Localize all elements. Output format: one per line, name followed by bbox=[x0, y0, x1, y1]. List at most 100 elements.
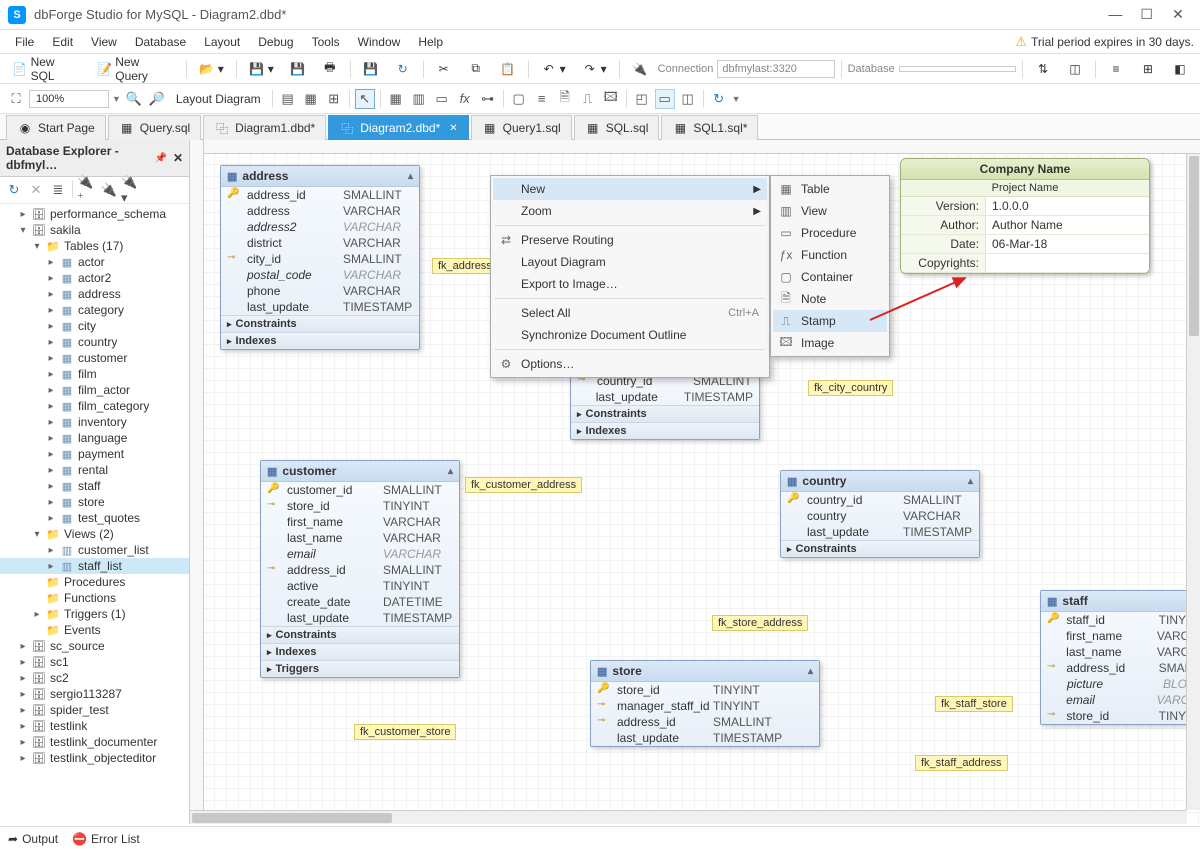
menu-tools[interactable]: Tools bbox=[303, 32, 349, 52]
tool-e-button[interactable]: ◧ bbox=[1166, 58, 1194, 80]
column-row[interactable]: countryVARCHAR bbox=[781, 508, 979, 524]
menu-item-new[interactable]: New▶ bbox=[493, 178, 767, 200]
entity-header[interactable]: ▦address▴ bbox=[221, 166, 419, 187]
column-row[interactable]: emailVARCH bbox=[1041, 692, 1200, 708]
copy-button[interactable]: ⧉ bbox=[462, 58, 490, 80]
column-row[interactable]: ⊸store_idTINYINT bbox=[261, 498, 459, 514]
expand-icon[interactable]: ▸ bbox=[46, 433, 56, 444]
cut-button[interactable]: ✂ bbox=[430, 58, 458, 80]
zoom-combo[interactable]: 100% bbox=[29, 90, 109, 108]
new-query-button[interactable]: 📝New Query bbox=[91, 52, 180, 86]
column-row[interactable]: last_updateTIMESTAMP bbox=[221, 299, 419, 315]
vertical-scrollbar[interactable] bbox=[1186, 154, 1200, 810]
tree-node-staff[interactable]: ▸▦staff bbox=[0, 478, 189, 494]
connection-combo[interactable]: dbfmylast:3320 bbox=[717, 60, 834, 78]
stamp-tool[interactable]: ⎍ bbox=[578, 89, 598, 109]
tree-node-actor2[interactable]: ▸▦actor2 bbox=[0, 270, 189, 286]
stamp-box[interactable]: Company NameProject NameVersion:1.0.0.0A… bbox=[900, 158, 1150, 274]
collapse-icon[interactable]: ▴ bbox=[808, 666, 813, 677]
menu-debug[interactable]: Debug bbox=[249, 32, 302, 52]
menu-view[interactable]: View bbox=[82, 32, 126, 52]
tree-node-sc2[interactable]: ▸🗄sc2 bbox=[0, 670, 189, 686]
tree-node-customer[interactable]: ▸▦customer bbox=[0, 350, 189, 366]
expand-icon[interactable]: ▸ bbox=[46, 369, 56, 380]
expand-icon[interactable]: ▾ bbox=[32, 241, 42, 252]
column-row[interactable]: 🔑customer_idSMALLINT bbox=[261, 482, 459, 498]
output-panel-button[interactable]: ➦Output bbox=[8, 832, 58, 846]
tree-node-spider-test[interactable]: ▸🗄spider_test bbox=[0, 702, 189, 718]
tree-node-views--2-[interactable]: ▾📁Views (2) bbox=[0, 526, 189, 542]
column-row[interactable]: last_updateTIMESTAMP bbox=[261, 610, 459, 626]
tool-c-button[interactable]: ≡ bbox=[1102, 58, 1130, 80]
fk-label[interactable]: fk_customer_address bbox=[465, 477, 582, 493]
refresh-db-button[interactable]: ↻ bbox=[389, 58, 417, 80]
pointer-tool[interactable]: ↖ bbox=[355, 89, 375, 109]
collapse-icon[interactable]: ▴ bbox=[448, 466, 453, 477]
sync-button[interactable]: ↻ bbox=[709, 89, 729, 109]
tree-node-sc-source[interactable]: ▸🗄sc_source bbox=[0, 638, 189, 654]
column-row[interactable]: postal_codeVARCHAR bbox=[221, 267, 419, 283]
tree-node-performance-schema[interactable]: ▸🗄performance_schema bbox=[0, 206, 189, 222]
expand-icon[interactable]: ▸ bbox=[46, 497, 56, 508]
expand-icon[interactable]: ▸ bbox=[46, 257, 56, 268]
fk-label[interactable]: fk_store_address bbox=[712, 615, 808, 631]
fk-label[interactable]: fk_address bbox=[432, 258, 498, 274]
tree-node-procedures[interactable]: 📁Procedures bbox=[0, 574, 189, 590]
tab-diagram2-dbd-[interactable]: ⿻Diagram2.dbd*✕ bbox=[328, 115, 468, 140]
column-row[interactable]: last_nameVARCHAR bbox=[261, 530, 459, 546]
expand-icon[interactable]: ▸ bbox=[32, 609, 42, 620]
tree-node-sergio113287[interactable]: ▸🗄sergio113287 bbox=[0, 686, 189, 702]
note-tool[interactable]: 🗎 bbox=[555, 89, 575, 109]
menu-item-select-all[interactable]: Select AllCtrl+A bbox=[493, 302, 767, 324]
menu-item-function[interactable]: ƒxFunction bbox=[773, 244, 887, 266]
entity-store[interactable]: ▦store▴🔑store_idTINYINT⊸manager_staff_id… bbox=[590, 660, 820, 747]
fk-label[interactable]: fk_customer_store bbox=[354, 724, 456, 740]
expand-icon[interactable]: ▸ bbox=[46, 465, 56, 476]
tree-node-address[interactable]: ▸▦address bbox=[0, 286, 189, 302]
expand-icon[interactable]: ▸ bbox=[18, 689, 28, 700]
tab-start-page[interactable]: ◉Start Page bbox=[6, 115, 106, 140]
expand-icon[interactable]: ▾ bbox=[32, 529, 42, 540]
tree-node-actor[interactable]: ▸▦actor bbox=[0, 254, 189, 270]
entity-address[interactable]: ▦address▴🔑address_idSMALLINTaddressVARCH… bbox=[220, 165, 420, 350]
disconnect-button[interactable]: 🔌 bbox=[99, 180, 119, 200]
expand-icon[interactable]: ▸ bbox=[18, 641, 28, 652]
stamp-field-value[interactable]: 06-Mar-18 bbox=[986, 235, 1149, 253]
expand-icon[interactable]: ▸ bbox=[18, 209, 28, 220]
close-explorer-button[interactable]: ✕ bbox=[173, 151, 183, 165]
tree-node-staff-list[interactable]: ▸▥staff_list bbox=[0, 558, 189, 574]
expand-icon[interactable]: ▸ bbox=[46, 401, 56, 412]
column-row[interactable]: first_nameVARCHAR bbox=[261, 514, 459, 530]
column-row[interactable]: 🔑country_idSMALLINT bbox=[781, 492, 979, 508]
grid-button[interactable]: ⊞ bbox=[324, 89, 344, 109]
diagram-canvas[interactable]: ▦address▴🔑address_idSMALLINTaddressVARCH… bbox=[190, 140, 1200, 824]
column-row[interactable]: ⊸address_idSMALLINT bbox=[261, 562, 459, 578]
tree-node-sakila[interactable]: ▾🗄sakila bbox=[0, 222, 189, 238]
tree-node-functions[interactable]: 📁Functions bbox=[0, 590, 189, 606]
tree-node-tables--17-[interactable]: ▾📁Tables (17) bbox=[0, 238, 189, 254]
refresh-tree-button[interactable]: ↻ bbox=[4, 180, 24, 200]
menu-item-zoom[interactable]: Zoom▶ bbox=[493, 200, 767, 222]
stamp-field-value[interactable] bbox=[986, 254, 1149, 272]
tree-node-testlink[interactable]: ▸🗄testlink bbox=[0, 718, 189, 734]
expand-icon[interactable]: ▸ bbox=[46, 513, 56, 524]
tree-node-sc1[interactable]: ▸🗄sc1 bbox=[0, 654, 189, 670]
menu-window[interactable]: Window bbox=[349, 32, 410, 52]
entity-section[interactable]: ▸Constraints bbox=[571, 405, 759, 422]
entity-section[interactable]: ▸Indexes bbox=[261, 643, 459, 660]
tool-a-button[interactable]: ⇅ bbox=[1029, 58, 1057, 80]
entity-header[interactable]: ▦country▴ bbox=[781, 471, 979, 492]
tab-query-sql[interactable]: ▦Query.sql bbox=[108, 115, 201, 140]
tab-sql-sql[interactable]: ▦SQL.sql bbox=[574, 115, 660, 140]
column-row[interactable]: districtVARCHAR bbox=[221, 235, 419, 251]
menu-item-view[interactable]: ▥View bbox=[773, 200, 887, 222]
ruler-button[interactable]: ▦ bbox=[301, 89, 321, 109]
panel-c-button[interactable]: ◫ bbox=[678, 89, 698, 109]
new-function-tool[interactable]: fx bbox=[455, 89, 475, 109]
panel-b-button[interactable]: ▭ bbox=[655, 89, 675, 109]
menu-item-preserve-routing[interactable]: ⇄Preserve Routing bbox=[493, 229, 767, 251]
expand-icon[interactable]: ▸ bbox=[46, 289, 56, 300]
menu-item-export-to-image-[interactable]: Export to Image… bbox=[493, 273, 767, 295]
menu-item-container[interactable]: ▢Container bbox=[773, 266, 887, 288]
column-row[interactable]: create_dateDATETIME bbox=[261, 594, 459, 610]
